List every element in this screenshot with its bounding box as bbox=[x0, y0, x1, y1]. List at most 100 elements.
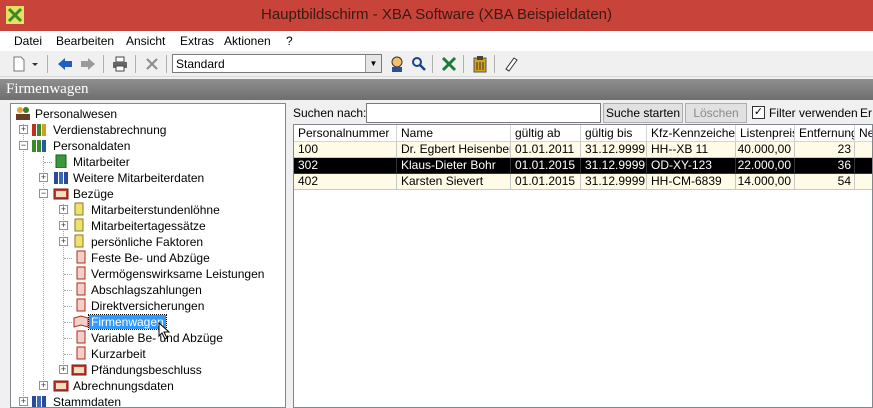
tree-item-label: Mitarbeiter bbox=[73, 155, 130, 169]
tree-item-label: Mitarbeiterstundenlöhne bbox=[91, 203, 220, 217]
tree-item-label: Personaldaten bbox=[53, 139, 131, 153]
back-arrow-icon[interactable] bbox=[56, 55, 74, 73]
expand-plus-icon[interactable]: + bbox=[39, 173, 48, 182]
red-book-open-icon bbox=[73, 315, 89, 328]
column-header-gueltig-ab[interactable]: gültig ab bbox=[511, 125, 581, 142]
excel-icon[interactable] bbox=[440, 55, 458, 73]
tree-item-kurzarbeit[interactable]: Kurzarbeit bbox=[11, 346, 285, 362]
expand-plus-icon[interactable]: + bbox=[59, 365, 68, 374]
tree-item-firmenwagen[interactable]: Firmenwagen bbox=[11, 314, 285, 330]
clipboard-icon[interactable] bbox=[471, 55, 489, 73]
cell-gueltig-bis: 31.12.9999 bbox=[581, 142, 647, 158]
tree-item-personaldaten[interactable]: − Personaldaten bbox=[11, 138, 285, 154]
column-header-entfernung[interactable]: Entfernung bbox=[795, 125, 855, 142]
cell-kfz-kennzeichen: OD-XY-123 bbox=[647, 158, 736, 174]
tree-item-personalwesen[interactable]: Personalwesen bbox=[11, 106, 285, 122]
toolbar-separator bbox=[432, 55, 433, 73]
tree-item-label: Direktversicherungen bbox=[91, 299, 205, 313]
expand-plus-icon[interactable]: + bbox=[59, 205, 68, 214]
menu-ansicht[interactable]: Ansicht bbox=[126, 34, 165, 48]
table-row-selected[interactable]: 302 Klaus-Dieter Bohr 01.01.2015 31.12.9… bbox=[294, 158, 872, 174]
navigation-tree[interactable]: Personalwesen + Verdienstabrechnung − Pe… bbox=[10, 103, 286, 408]
tree-item-label: Weitere Mitarbeiterdaten bbox=[73, 171, 205, 185]
tree-item-verdienstabrechnung[interactable]: + Verdienstabrechnung bbox=[11, 122, 285, 138]
tree-item-vermoegenswirksame-leistungen[interactable]: Vermögenswirksame Leistungen bbox=[11, 266, 285, 282]
search-input[interactable] bbox=[366, 103, 601, 123]
expand-plus-icon[interactable]: + bbox=[19, 397, 28, 406]
expand-plus-icon[interactable]: + bbox=[39, 381, 48, 390]
tree-line bbox=[64, 274, 72, 275]
tree-item-label: Verdienstabrechnung bbox=[53, 123, 167, 137]
cell-gueltig-bis: 31.12.9999 bbox=[581, 158, 647, 174]
cell-personalnummer: 402 bbox=[294, 174, 397, 190]
tree-item-label: Pfändungsbeschluss bbox=[91, 363, 202, 377]
tree-item-mitarbeitertagessaetze[interactable]: + Mitarbeitertagessätze bbox=[11, 218, 285, 234]
data-table[interactable]: Personalnummer Name gültig ab gültig bis… bbox=[293, 124, 873, 408]
tree-item-abrechnungsdaten[interactable]: + Abrechnungsdaten bbox=[11, 378, 285, 394]
tree-item-bezuege[interactable]: − Bezüge bbox=[11, 186, 285, 202]
panel-title: Firmenwagen bbox=[6, 81, 89, 97]
print-icon[interactable] bbox=[111, 55, 129, 73]
clear-button[interactable]: Löschen bbox=[685, 103, 747, 123]
cell-listenpreis: 40.000,00 bbox=[736, 142, 795, 158]
table-row[interactable]: 100 Dr. Egbert Heisenberg 01.01.2011 31.… bbox=[294, 142, 872, 158]
column-header-ne[interactable]: Ne bbox=[855, 125, 872, 142]
delete-x-icon[interactable] bbox=[143, 55, 161, 73]
cell-entfernung: 23 bbox=[795, 142, 855, 158]
red-book-icon bbox=[76, 266, 86, 280]
tree-item-abschlagszahlungen[interactable]: Abschlagszahlungen bbox=[11, 282, 285, 298]
menu-extras[interactable]: Extras bbox=[180, 34, 214, 48]
tree-item-variable-be-und-abzuege[interactable]: Variable Be- und Abzüge bbox=[11, 330, 285, 346]
tree-item-direktversicherungen[interactable]: Direktversicherungen bbox=[11, 298, 285, 314]
table-row[interactable]: 402 Karsten Sievert 01.01.2015 31.12.999… bbox=[294, 174, 872, 190]
tree-line bbox=[64, 338, 72, 339]
mouse-cursor-icon bbox=[158, 322, 171, 340]
search-bar: Suchen nach: Suche starten Löschen ✓ Fil… bbox=[290, 103, 873, 123]
tree-item-label: persönliche Faktoren bbox=[91, 235, 204, 249]
search-icon[interactable] bbox=[410, 55, 428, 73]
cell-gueltig-ab: 01.01.2015 bbox=[511, 158, 581, 174]
forward-arrow-icon[interactable] bbox=[79, 55, 97, 73]
collapse-minus-icon[interactable]: − bbox=[19, 141, 28, 150]
column-header-personalnummer[interactable]: Personalnummer bbox=[294, 125, 397, 142]
search-start-button[interactable]: Suche starten bbox=[603, 103, 683, 123]
pen-note-icon[interactable] bbox=[502, 55, 520, 73]
column-header-listenpreis[interactable]: Listenpreis bbox=[736, 125, 795, 142]
tree-item-mitarbeiter[interactable]: Mitarbeiter bbox=[11, 154, 285, 170]
menu-bearbeiten[interactable]: Bearbeiten bbox=[56, 34, 114, 48]
new-dropdown-icon[interactable] bbox=[30, 55, 40, 73]
title-bar[interactable]: Hauptbildschirm - XBA Software (XBA Beis… bbox=[0, 0, 873, 31]
view-select[interactable]: Standard ▼ bbox=[172, 54, 382, 73]
tree-item-mitarbeiterstundenloehne[interactable]: + Mitarbeiterstundenlöhne bbox=[11, 202, 285, 218]
column-header-kfz-kennzeichen[interactable]: Kfz-Kennzeichen bbox=[647, 125, 736, 142]
filter-checkbox[interactable]: ✓ bbox=[752, 106, 765, 119]
menu-datei[interactable]: Datei bbox=[14, 34, 42, 48]
tree-line bbox=[64, 306, 72, 307]
people-group-icon bbox=[16, 107, 30, 120]
chevron-down-icon[interactable]: ▼ bbox=[365, 55, 381, 72]
collapse-minus-icon[interactable]: − bbox=[39, 189, 48, 198]
tree-item-pfaendungsbeschluss[interactable]: + Pfändungsbeschluss bbox=[11, 362, 285, 378]
filter-label: Filter verwenden bbox=[769, 106, 858, 120]
tree-item-label: Kurzarbeit bbox=[91, 347, 146, 361]
expand-plus-icon[interactable]: + bbox=[59, 221, 68, 230]
expand-plus-icon[interactable]: + bbox=[19, 125, 28, 134]
red-book-icon bbox=[76, 250, 86, 264]
column-header-name[interactable]: Name bbox=[397, 125, 511, 142]
tree-item-stammdaten[interactable]: + Stammdaten bbox=[11, 394, 285, 407]
red-books-icon bbox=[53, 380, 69, 392]
extra-button[interactable]: Er bbox=[860, 106, 872, 120]
tree-item-label: Variable Be- und Abzüge bbox=[91, 331, 223, 345]
tree-item-feste-be-und-abzuege[interactable]: Feste Be- und Abzüge bbox=[11, 250, 285, 266]
tree-item-weitere-mitarbeiterdaten[interactable]: + Weitere Mitarbeiterdaten bbox=[11, 170, 285, 186]
menu-aktionen[interactable]: Aktionen bbox=[224, 34, 271, 48]
tree-item-persoenliche-faktoren[interactable]: + persönliche Faktoren bbox=[11, 234, 285, 250]
column-header-gueltig-bis[interactable]: gültig bis bbox=[581, 125, 647, 142]
menu-help[interactable]: ? bbox=[286, 34, 293, 48]
cell-name: Karsten Sievert bbox=[397, 174, 511, 190]
cell-listenpreis: 22.000,00 bbox=[736, 158, 795, 174]
user-search-icon[interactable] bbox=[388, 55, 406, 73]
new-document-icon[interactable] bbox=[10, 55, 28, 73]
expand-plus-icon[interactable]: + bbox=[59, 237, 68, 246]
cell-entfernung: 36 bbox=[795, 158, 855, 174]
